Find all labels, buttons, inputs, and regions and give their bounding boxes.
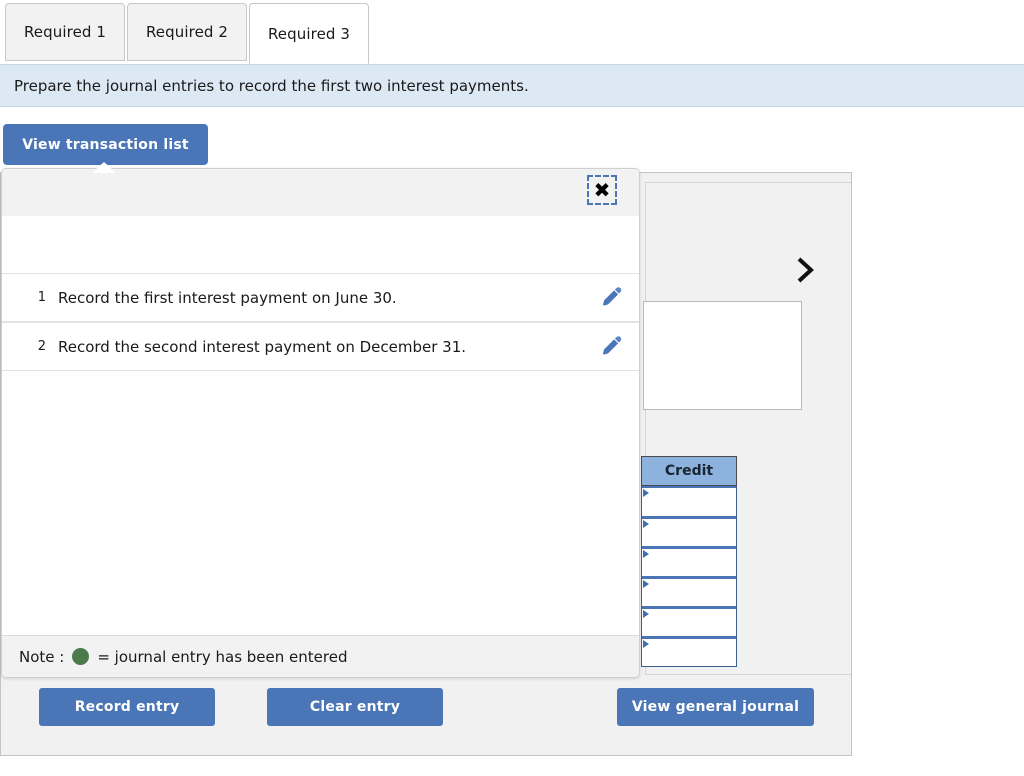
journal-entry-note: Note : = journal entry has been entered <box>2 635 639 677</box>
transaction-row[interactable]: 2 Record the second interest payment on … <box>2 322 639 371</box>
tab-label: Required 3 <box>267 24 351 43</box>
cell-marker-icon <box>643 550 649 558</box>
note-suffix: = journal entry has been entered <box>97 647 348 666</box>
credit-column-header: Credit <box>641 456 737 486</box>
pencil-icon[interactable] <box>583 335 639 359</box>
close-glyph: ✖ <box>593 178 611 202</box>
credit-input-cell[interactable] <box>642 546 736 576</box>
pencil-icon[interactable] <box>583 286 639 310</box>
popup-pointer-arrow <box>92 162 116 173</box>
credit-input-cell[interactable] <box>642 486 736 516</box>
transaction-number: 2 <box>37 339 46 354</box>
transaction-number: 1 <box>37 290 46 305</box>
tab-label: Required 2 <box>145 23 229 41</box>
credit-column-table: Credit <box>641 456 737 667</box>
close-icon[interactable]: ✖ <box>587 175 617 205</box>
credit-input-cell[interactable] <box>642 636 736 666</box>
transaction-description: Record the first interest payment on Jun… <box>58 288 397 307</box>
transaction-row[interactable]: 1 Record the first interest payment on J… <box>2 273 639 322</box>
credit-header-label: Credit <box>664 463 714 479</box>
transaction-list-header: ✖ <box>2 169 639 217</box>
clear-entry-button[interactable]: Clear entry <box>267 688 443 726</box>
transaction-list: 1 Record the first interest payment on J… <box>2 216 639 635</box>
tab-label: Required 1 <box>23 23 107 41</box>
tab-required-1[interactable]: Required 1 <box>5 3 125 61</box>
credit-cell-group <box>641 486 737 667</box>
transaction-description: Record the second interest payment on De… <box>58 337 467 356</box>
credit-input-cell[interactable] <box>642 606 736 636</box>
note-prefix: Note : <box>19 647 65 666</box>
transaction-list-spacer <box>2 216 639 273</box>
view-transaction-list-button[interactable]: View transaction list <box>3 124 208 165</box>
cell-marker-icon <box>643 489 649 497</box>
instruction-text: Prepare the journal entries to record th… <box>14 76 529 95</box>
view-general-journal-button[interactable]: View general journal <box>617 688 814 726</box>
chevron-right-icon[interactable] <box>792 252 818 288</box>
instruction-bar: Prepare the journal entries to record th… <box>0 64 1024 107</box>
cell-marker-icon <box>643 580 649 588</box>
cell-marker-icon <box>643 520 649 528</box>
cell-marker-icon <box>643 640 649 648</box>
entered-status-dot-icon <box>72 648 90 665</box>
cell-marker-icon <box>643 610 649 618</box>
record-entry-button[interactable]: Record entry <box>39 688 215 726</box>
tab-required-3[interactable]: Required 3 <box>249 3 369 64</box>
tab-required-2[interactable]: Required 2 <box>127 3 247 61</box>
tab-strip: Required 1 Required 2 Required 3 <box>0 0 1024 64</box>
transaction-list-popup: ✖ 1 Record the first interest payment on… <box>1 168 640 678</box>
credit-input-cell[interactable] <box>642 576 736 606</box>
credit-input-cell[interactable] <box>642 516 736 546</box>
journal-description-box[interactable] <box>643 301 802 410</box>
